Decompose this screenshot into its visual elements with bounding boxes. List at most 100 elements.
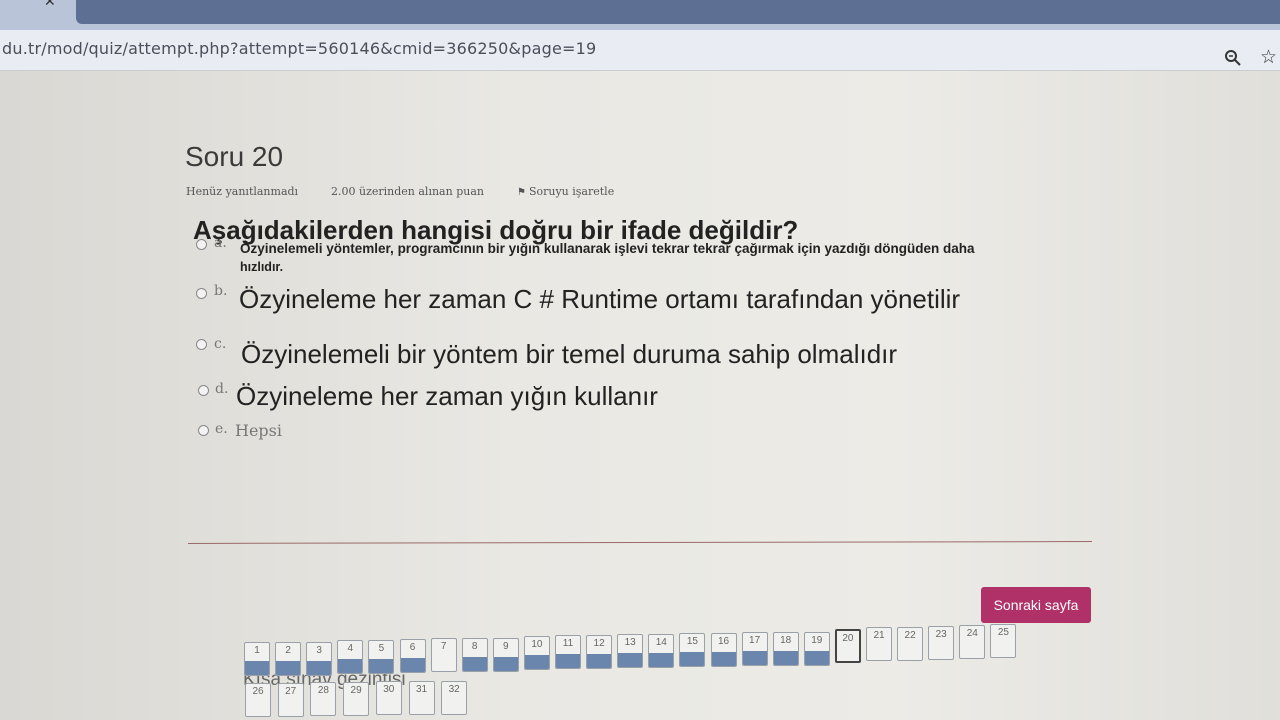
option-c-text: Özyinelemeli bir yöntem bir temel duruma… <box>241 339 898 369</box>
quiz-nav-button-label: 30 <box>383 684 395 696</box>
flag-question-link[interactable]: ⚑ Soruyu işaretle <box>517 185 614 198</box>
question-points: 2.00 üzerinden alınan puan <box>331 185 484 198</box>
quiz-nav-button-label: 23 <box>935 629 947 640</box>
quiz-nav-button-25[interactable]: 25 <box>990 624 1017 658</box>
url-text[interactable]: du.tr/mod/quiz/attempt.php?attempt=56014… <box>2 39 596 58</box>
divider <box>187 541 1092 544</box>
answered-indicator <box>649 652 674 667</box>
quiz-nav-button-17[interactable]: 17 <box>741 632 768 666</box>
quiz-nav-button-24[interactable]: 24 <box>959 625 986 659</box>
option-c-letter: c. <box>214 336 227 352</box>
quiz-nav-button-label: 2 <box>285 645 291 656</box>
quiz-nav-button-label: 3 <box>316 645 322 656</box>
question-number: Soru 20 <box>185 141 284 172</box>
option-b-letter: b. <box>214 283 228 299</box>
quiz-nav-button-15[interactable]: 15 <box>679 633 706 667</box>
quiz-nav-button-label: 9 <box>503 641 509 652</box>
radio-d[interactable] <box>198 385 209 396</box>
quiz-nav-button-22[interactable]: 22 <box>897 627 924 661</box>
zoom-icon[interactable] <box>1224 49 1242 67</box>
quiz-nav-button-5[interactable]: 5 <box>368 640 395 674</box>
answered-indicator <box>307 660 332 675</box>
quiz-nav-button-28[interactable]: 28 <box>310 682 337 717</box>
quiz-nav-button-label: 25 <box>997 627 1009 638</box>
quiz-nav-button-9[interactable]: 9 <box>492 638 519 672</box>
answered-indicator <box>276 660 301 675</box>
quiz-nav-button-32[interactable]: 32 <box>441 680 468 715</box>
quiz-nav-button-10[interactable]: 10 <box>523 636 550 670</box>
quiz-nav-button-29[interactable]: 29 <box>343 681 370 716</box>
quiz-nav-button-6[interactable]: 6 <box>399 639 426 673</box>
quiz-nav-button-label: 11 <box>562 638 574 649</box>
option-e-letter: e. <box>215 421 228 437</box>
option-a-text: Özyinelemeli yöntemler, programcının bir… <box>240 241 975 256</box>
quiz-nav-button-label: 19 <box>811 635 823 646</box>
answered-indicator <box>773 650 798 665</box>
answered-indicator <box>680 651 705 666</box>
option-b-text: Özyineleme her zaman C # Runtime ortamı … <box>239 284 961 314</box>
quiz-nav-button-label: 6 <box>409 642 416 653</box>
address-bar[interactable]: du.tr/mod/quiz/attempt.php?attempt=56014… <box>0 30 1280 71</box>
quiz-nav-button-label: 5 <box>378 643 385 654</box>
answered-indicator <box>369 658 394 673</box>
browser-tab[interactable] <box>76 0 1280 24</box>
quiz-nav-button-label: 31 <box>415 684 428 695</box>
quiz-nav-button-8[interactable]: 8 <box>461 638 488 672</box>
quiz-nav-button-label: 27 <box>285 685 297 697</box>
quiz-nav-button-30[interactable]: 30 <box>375 681 402 716</box>
quiz-nav-button-20[interactable]: 20 <box>834 629 861 663</box>
quiz-nav-button-7[interactable]: 7 <box>430 638 457 672</box>
quiz-nav-button-12[interactable]: 12 <box>586 635 613 669</box>
answered-indicator <box>711 651 736 666</box>
quiz-nav-button-18[interactable]: 18 <box>772 632 799 666</box>
quiz-nav-button-label: 29 <box>350 684 362 696</box>
quiz-nav-button-label: 10 <box>531 639 543 650</box>
quiz-nav-button-label: 15 <box>686 636 698 647</box>
next-page-button[interactable]: Sonraki sayfa <box>981 587 1091 623</box>
quiz-nav-button-3[interactable]: 3 <box>306 642 333 676</box>
radio-c[interactable] <box>196 339 207 350</box>
quiz-nav-button-27[interactable]: 27 <box>277 682 304 717</box>
quiz-nav-button-label: 28 <box>317 685 329 697</box>
answered-indicator <box>587 653 612 668</box>
quiz-nav-button-26[interactable]: 26 <box>245 683 271 717</box>
quiz-nav-button-label: 13 <box>624 637 636 648</box>
option-d-text: Özyineleme her zaman yığın kullanır <box>236 381 658 411</box>
answered-indicator <box>338 658 363 673</box>
quiz-nav-button-13[interactable]: 13 <box>617 634 644 668</box>
quiz-nav-button-label: 16 <box>717 636 730 647</box>
quiz-nav-button-1[interactable]: 1 <box>244 642 270 676</box>
option-a-letter: a. <box>214 235 227 251</box>
radio-e[interactable] <box>198 425 209 436</box>
answered-indicator <box>556 653 580 668</box>
question-status: Henüz yanıtlanmadı <box>186 185 299 198</box>
quiz-nav-button-19[interactable]: 19 <box>803 632 830 666</box>
radio-a[interactable] <box>196 239 207 250</box>
quiz-nav-button-21[interactable]: 21 <box>866 627 892 661</box>
quiz-nav-button-16[interactable]: 16 <box>710 633 737 667</box>
answered-indicator <box>524 654 549 669</box>
quiz-nav-button-label: 24 <box>966 628 978 639</box>
quiz-nav-button-2[interactable]: 2 <box>275 642 302 676</box>
quiz-nav-button-label: 17 <box>749 635 761 646</box>
quiz-nav-button-label: 22 <box>904 630 916 641</box>
quiz-nav-button-label: 32 <box>448 683 460 695</box>
answered-indicator <box>493 656 518 671</box>
quiz-nav-button-14[interactable]: 14 <box>648 634 675 668</box>
browser-tab-strip: ✕ <box>0 0 1280 30</box>
quiz-nav-button-label: 8 <box>471 641 478 652</box>
quiz-nav-button-23[interactable]: 23 <box>928 626 955 660</box>
answered-indicator <box>804 650 829 665</box>
quiz-nav-button-4[interactable]: 4 <box>337 640 364 674</box>
quiz-nav-button-11[interactable]: 11 <box>555 635 581 669</box>
option-e-text: Hepsi <box>235 421 282 440</box>
answered-indicator <box>245 660 269 675</box>
quiz-nav-button-label: 12 <box>593 638 605 649</box>
option-a-text-cont: hızlıdır. <box>240 260 284 274</box>
quiz-nav-button-label: 7 <box>440 641 447 652</box>
tab-close-icon[interactable]: ✕ <box>44 0 56 10</box>
quiz-nav-button-label: 26 <box>252 686 264 697</box>
quiz-nav-button-31[interactable]: 31 <box>408 681 435 715</box>
star-icon[interactable]: ☆ <box>1260 47 1277 67</box>
radio-b[interactable] <box>196 288 207 299</box>
